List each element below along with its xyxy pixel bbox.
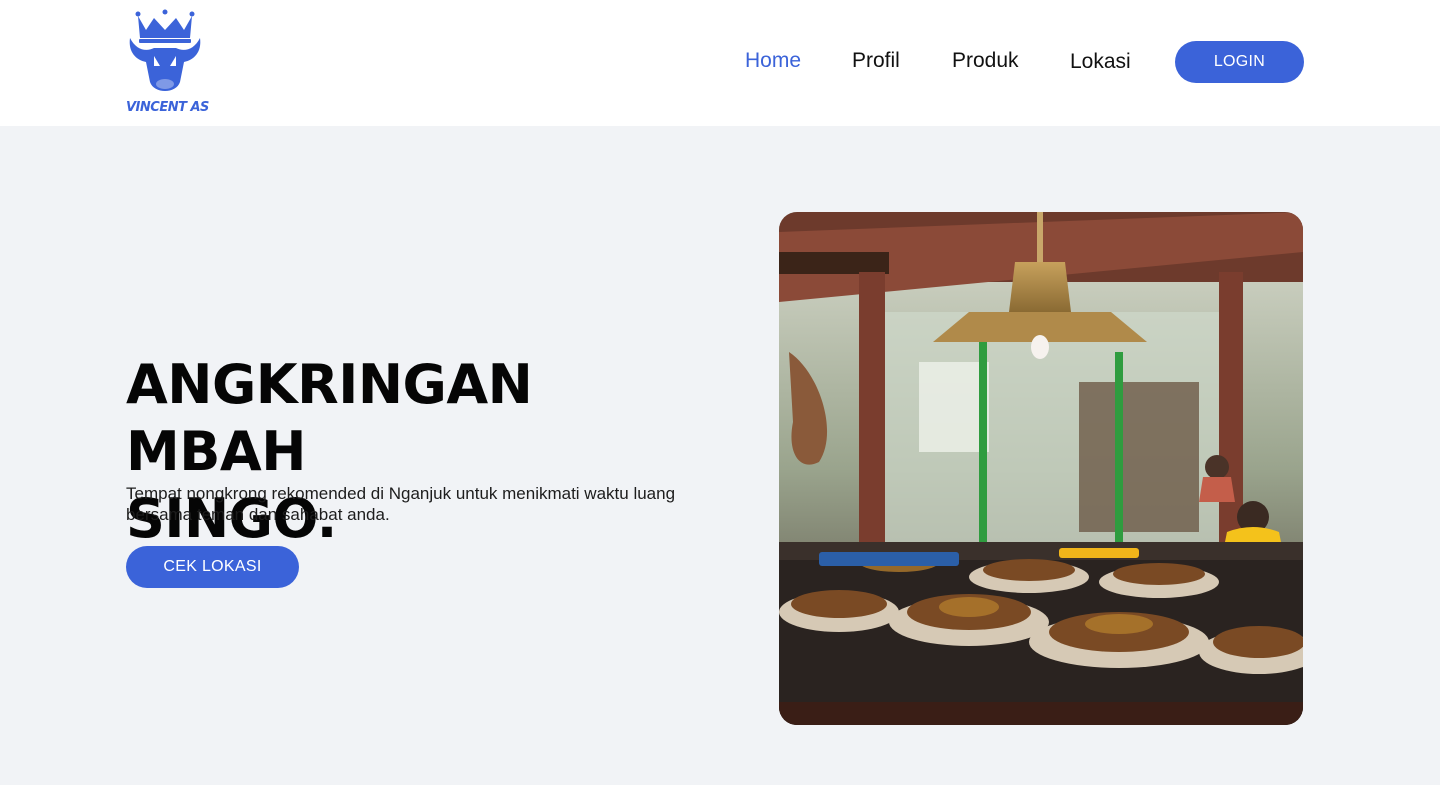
hero-description: Tempat nongkrong rekomended di Nganjuk u… [126, 484, 676, 524]
nav-produk[interactable]: Produk [952, 49, 1019, 73]
hero-title-line-1: ANGKRINGAN MBAH [126, 353, 533, 483]
main-nav: Home Profil Produk Lokasi LOGIN [0, 0, 1440, 126]
nav-lokasi[interactable]: Lokasi [1070, 50, 1131, 74]
angkringan-food-stall-photo [779, 212, 1303, 725]
hero-photo [779, 212, 1303, 725]
login-button[interactable]: LOGIN [1175, 41, 1304, 83]
cek-lokasi-button[interactable]: CEK LOKASI [126, 546, 299, 588]
nav-home[interactable]: Home [745, 49, 801, 73]
site-header: VINCENT AS Home Profil Produk Lokasi LOG… [0, 0, 1440, 126]
hero-section: ANGKRINGAN MBAH SINGO. Tempat nongkrong … [0, 126, 1440, 785]
nav-profil[interactable]: Profil [852, 49, 900, 73]
